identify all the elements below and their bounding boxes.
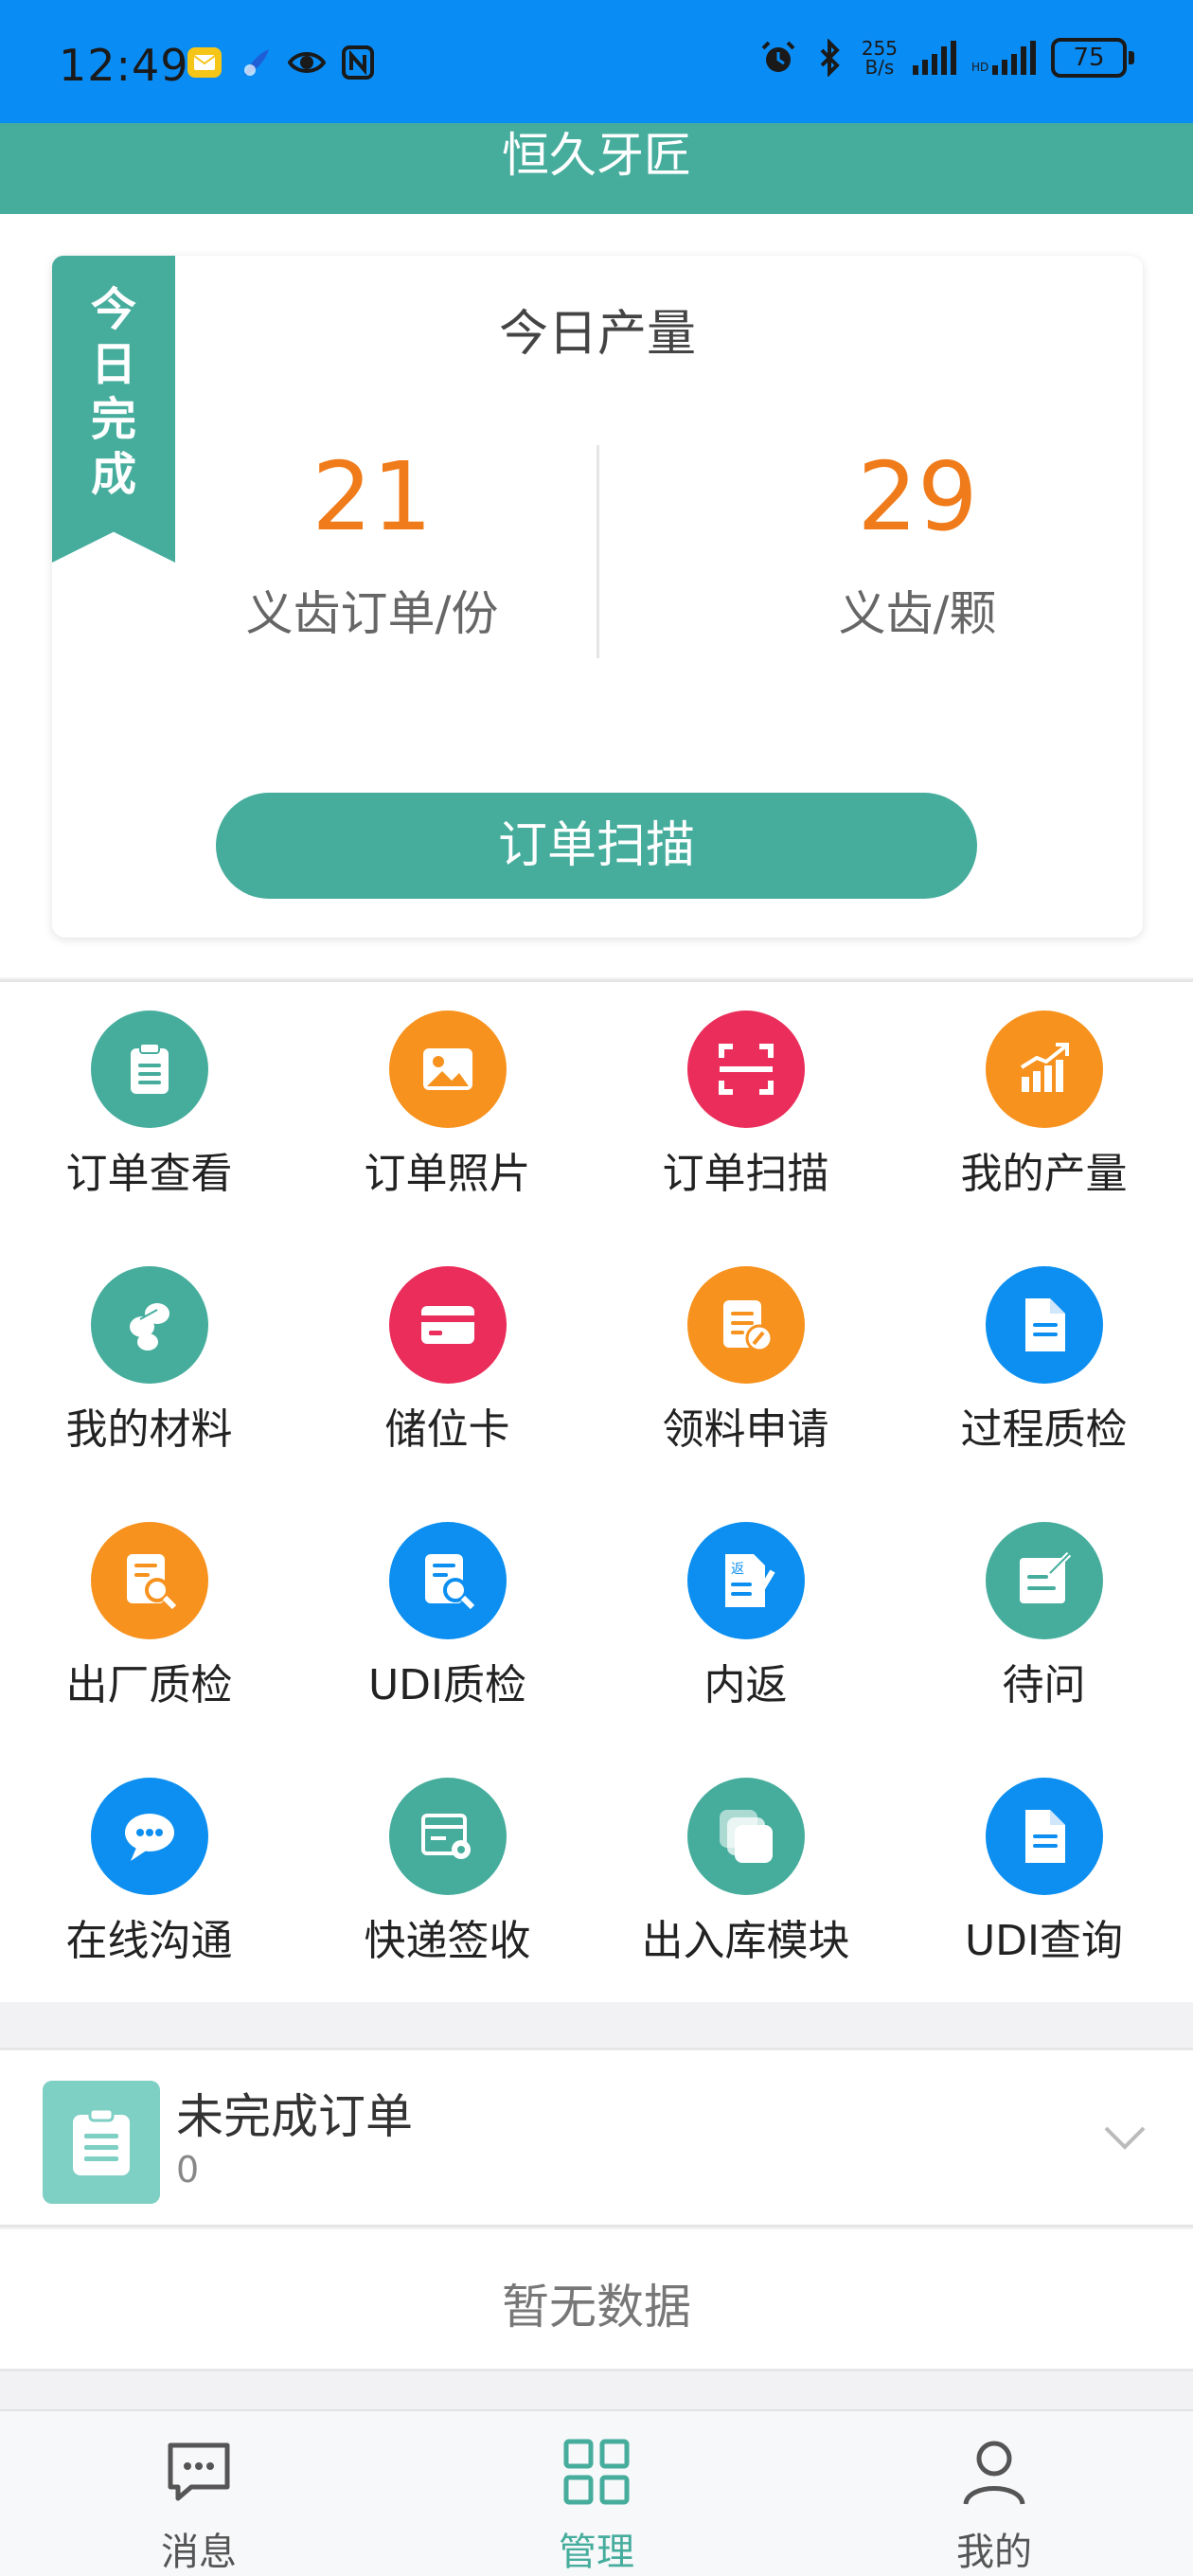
- today-section: 今日完成 今日产量 21 义齿订单/份 29 义齿/颗 订单扫描: [0, 214, 1193, 977]
- menu-item[interactable]: 我的产量: [895, 982, 1193, 1238]
- chart-icon: [986, 1011, 1103, 1128]
- nav-item-label: 消息: [161, 2531, 237, 2574]
- pending-orders-empty: 暂无数据: [0, 2229, 1193, 2371]
- menu-item[interactable]: 我的材料: [0, 1238, 298, 1494]
- chat-icon: [91, 1778, 208, 1895]
- function-grid: 订单查看 订单照片 订单扫描 我的产量我的材料 储位卡 领料申请 过程质检出厂质检 UDI质检…: [0, 979, 1193, 2002]
- today-output-title: 今日产量: [498, 306, 696, 363]
- pending-orders-header[interactable]: 未完成订单 0: [0, 2048, 1193, 2227]
- materials-icon: [91, 1266, 208, 1384]
- nav-item-label: 我的: [956, 2531, 1032, 2574]
- teeth-stat: 29 义齿/颗: [681, 445, 1154, 644]
- system-icons: 255 B/s HD 75: [759, 37, 1134, 79]
- menu-item-label: 待问: [1002, 1661, 1086, 1709]
- clipboard-icon: [43, 2081, 160, 2204]
- menu-item-label: UDI质检: [367, 1661, 527, 1709]
- stat-divider: [596, 445, 599, 658]
- menu-item-label: 领料申请: [662, 1405, 829, 1454]
- svg-text:HD: HD: [971, 61, 988, 74]
- menu-item-label: 订单照片: [364, 1150, 531, 1198]
- menu-item-label: UDI查询: [964, 1917, 1124, 1965]
- alarm-icon: [761, 41, 795, 72]
- menu-item[interactable]: 出入库模块: [596, 1749, 895, 2005]
- nav-item[interactable]: 管理: [398, 2411, 795, 2576]
- menu-item[interactable]: 储位卡: [298, 1238, 596, 1494]
- menu-item-label: 我的产量: [960, 1150, 1128, 1198]
- pending-orders-count: 0: [176, 2149, 200, 2191]
- network-speed: 255 B/s: [861, 37, 898, 79]
- app-header: 恒久牙匠: [0, 123, 1193, 214]
- chevron-down-icon[interactable]: [1100, 2113, 1149, 2162]
- parcel-icon: [389, 1778, 507, 1895]
- request-icon: [687, 1266, 805, 1384]
- nav-item[interactable]: 我的: [795, 2411, 1193, 2576]
- eye-icon: [288, 52, 326, 73]
- signal-icon-2: HD: [971, 41, 1036, 75]
- orders-stat: 21 义齿订单/份: [135, 445, 609, 644]
- menu-item[interactable]: 过程质检: [895, 1238, 1193, 1494]
- menu-item[interactable]: UDI查询: [895, 1749, 1193, 2005]
- pending-orders-title: 未完成订单: [176, 2089, 413, 2144]
- scan-icon: [687, 1011, 805, 1128]
- menu-item[interactable]: 待问: [895, 1494, 1193, 1749]
- bottom-navigation: 消息 管理 我的: [0, 2409, 1193, 2576]
- teeth-count: 29: [857, 441, 978, 552]
- document-icon: [986, 1778, 1103, 1895]
- menu-item-label: 过程质检: [960, 1405, 1128, 1454]
- status-bar: 12:49 255 B/s HD 75: [0, 0, 1193, 123]
- orders-count: 21: [312, 441, 433, 552]
- menu-item-label: 快递签收: [364, 1917, 531, 1965]
- status-time: 12:49: [59, 40, 189, 91]
- signal-icon: [913, 41, 956, 75]
- nav-item[interactable]: 消息: [0, 2411, 398, 2576]
- clipboard-icon: [91, 1011, 208, 1128]
- teeth-label: 义齿/颗: [838, 586, 997, 641]
- mail-app-icon: [187, 47, 222, 78]
- order-scan-button[interactable]: 订单扫描: [216, 793, 977, 899]
- inspect-icon: [91, 1522, 208, 1639]
- menu-item[interactable]: 订单查看: [0, 982, 298, 1238]
- user-icon: [963, 2441, 1025, 2505]
- nav-item-label: 管理: [559, 2531, 634, 2574]
- svg-text:返: 返: [731, 1562, 744, 1577]
- menu-item[interactable]: 出厂质检: [0, 1494, 298, 1749]
- battery-indicator: 75: [1051, 38, 1134, 78]
- feather-app-icon: [244, 49, 269, 76]
- menu-item-label: 订单扫描: [662, 1150, 829, 1198]
- menu-item-label: 出厂质检: [65, 1661, 233, 1709]
- menu-item[interactable]: 快递签收: [298, 1749, 596, 2005]
- notification-icons: [186, 44, 377, 81]
- menu-item-label: 储位卡: [384, 1405, 510, 1454]
- inspect-icon: [389, 1522, 507, 1639]
- today-output-card: 今日完成 今日产量 21 义齿订单/份 29 义齿/颗 订单扫描: [52, 256, 1143, 938]
- empty-state-text: 暂无数据: [502, 2280, 691, 2334]
- menu-item[interactable]: UDI质检: [298, 1494, 596, 1749]
- stack-icon: [687, 1778, 805, 1895]
- orders-label: 义齿订单/份: [245, 586, 499, 641]
- bluetooth-icon: [820, 39, 840, 77]
- app-title: 恒久牙匠: [502, 128, 691, 183]
- menu-item-label: 我的材料: [65, 1405, 233, 1454]
- note-icon: [986, 1522, 1103, 1639]
- card-icon: [389, 1266, 507, 1384]
- grid-icon: [563, 2439, 630, 2505]
- menu-item-label: 内返: [703, 1661, 788, 1709]
- menu-item-label: 出入库模块: [641, 1917, 850, 1965]
- document-icon: [986, 1266, 1103, 1384]
- menu-item[interactable]: 返内返: [596, 1494, 895, 1749]
- image-icon: [389, 1011, 507, 1128]
- menu-item[interactable]: 订单扫描: [596, 982, 895, 1238]
- menu-item[interactable]: 在线沟通: [0, 1749, 298, 2005]
- menu-item-label: 在线沟通: [65, 1917, 233, 1965]
- nfc-icon: [342, 45, 374, 80]
- menu-item-label: 订单查看: [65, 1150, 233, 1198]
- return-icon: 返: [687, 1522, 805, 1639]
- menu-item[interactable]: 订单照片: [298, 982, 596, 1238]
- message-icon: [168, 2442, 230, 2501]
- menu-item[interactable]: 领料申请: [596, 1238, 895, 1494]
